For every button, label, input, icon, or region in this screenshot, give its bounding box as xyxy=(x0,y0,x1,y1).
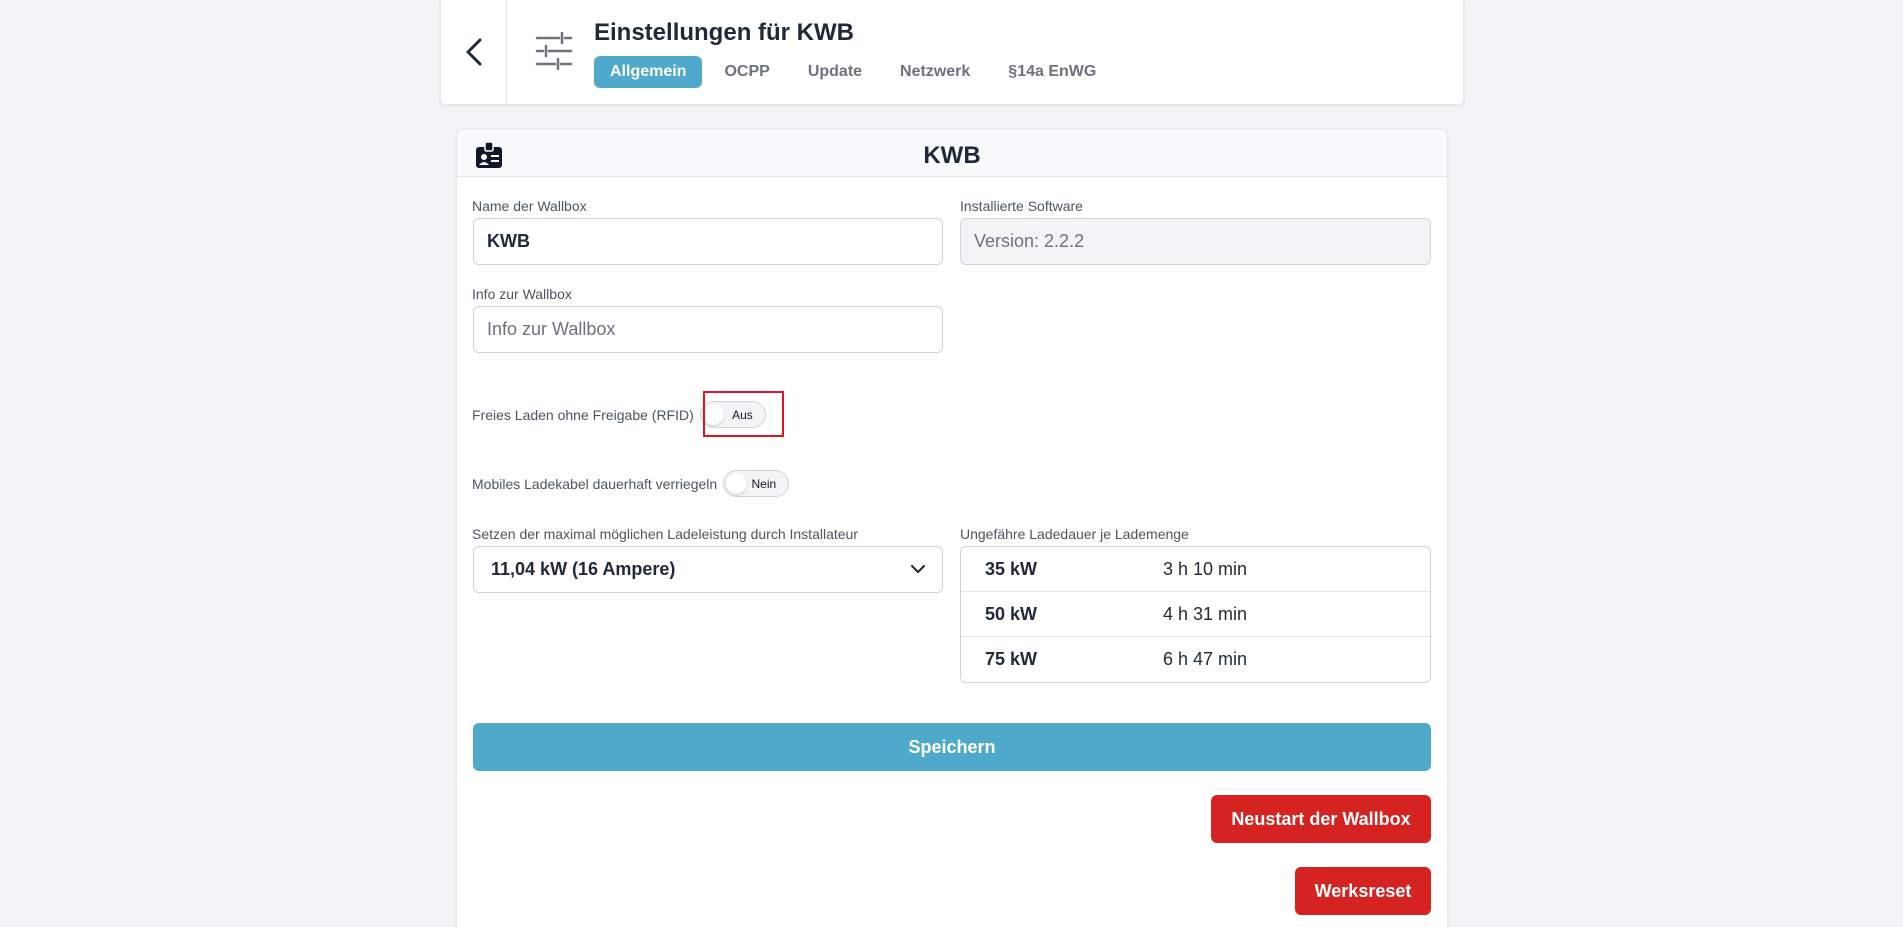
row-power: 50 kW xyxy=(985,603,1038,624)
max-power-value: 11,04 kW (16 Ampere) xyxy=(491,559,676,579)
tab-allgemein[interactable]: Allgemein xyxy=(594,56,703,88)
free-charging-label: Freies Laden ohne Freigabe (RFID) xyxy=(472,406,694,423)
duration-label: Ungefähre Ladedauer je Lademenge xyxy=(960,526,1189,542)
max-power-label: Setzen der maximal möglichen Ladeleistun… xyxy=(472,526,858,542)
wallbox-info-input[interactable] xyxy=(473,306,943,353)
back-button[interactable] xyxy=(441,0,507,104)
row-time: 4 h 31 min xyxy=(1163,603,1248,624)
software-version-input xyxy=(960,218,1431,265)
row-time: 6 h 47 min xyxy=(1163,649,1248,669)
info-label: Info zur Wallbox xyxy=(472,286,572,302)
row-time: 3 h 10 min xyxy=(1163,558,1248,579)
row-power: 75 kW xyxy=(985,649,1038,669)
restart-wallbox-button[interactable]: Neustart der Wallbox xyxy=(1211,795,1431,843)
page-title: Einstellungen für KWB xyxy=(594,19,854,46)
sliders-icon xyxy=(535,32,573,70)
row-power: 35 kW xyxy=(985,558,1038,579)
table-row: 75 kW 6 h 47 min xyxy=(961,637,1430,682)
charging-duration-table: 35 kW 3 h 10 min 50 kW 4 h 31 min 75 kW … xyxy=(960,546,1431,683)
table-row: 50 kW 4 h 31 min xyxy=(961,592,1430,637)
software-label: Installierte Software xyxy=(960,198,1083,214)
chevron-down-icon xyxy=(911,565,925,573)
card-title: KWB xyxy=(923,142,981,169)
name-label: Name der Wallbox xyxy=(472,198,587,214)
highlight-box xyxy=(703,391,784,437)
tab-update[interactable]: Update xyxy=(792,56,878,88)
max-power-select[interactable]: 11,04 kW (16 Ampere) xyxy=(473,546,943,593)
tab-netzwerk[interactable]: Netzwerk xyxy=(884,56,986,88)
settings-tabs: Allgemein OCPP Update Netzwerk §14a EnWG xyxy=(594,56,1112,88)
settings-header: Einstellungen für KWB Allgemein OCPP Upd… xyxy=(440,0,1464,105)
chevron-left-icon xyxy=(466,38,481,66)
cable-lock-toggle[interactable]: Nein xyxy=(723,470,790,497)
cable-lock-row: Mobiles Ladekabel dauerhaft verriegeln N… xyxy=(472,470,790,497)
table-row: 35 kW 3 h 10 min xyxy=(961,547,1430,592)
toggle-state-text: Nein xyxy=(751,477,777,491)
factory-reset-button[interactable]: Werksreset xyxy=(1295,867,1431,915)
cable-lock-label: Mobiles Ladekabel dauerhaft verriegeln xyxy=(472,475,718,492)
tab-ocpp[interactable]: OCPP xyxy=(708,56,785,88)
card-header: KWB xyxy=(457,130,1447,177)
tab-14a-enwg[interactable]: §14a EnWG xyxy=(992,56,1112,88)
save-button[interactable]: Speichern xyxy=(473,723,1431,771)
wallbox-name-input[interactable] xyxy=(473,218,943,265)
toggle-knob xyxy=(726,473,748,494)
